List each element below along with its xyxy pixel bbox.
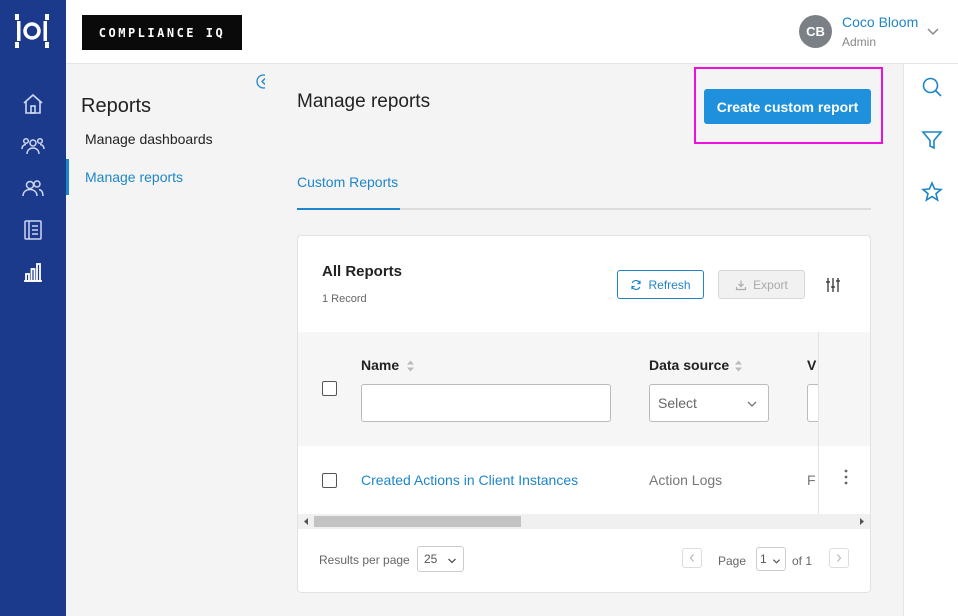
sidebar-item-manage-reports[interactable]: Manage reports — [66, 159, 265, 195]
page-value: 1 — [760, 552, 767, 566]
data-source-filter-select[interactable]: Select — [649, 384, 769, 422]
page-total: of 1 — [792, 554, 813, 568]
scroll-right-icon[interactable] — [858, 517, 866, 526]
user-role: Admin — [842, 35, 877, 49]
right-tool-rail — [903, 64, 958, 616]
sort-icon[interactable] — [734, 359, 743, 373]
user-name[interactable]: Coco Bloom — [842, 14, 918, 30]
actions-column — [818, 332, 870, 514]
horizontal-scrollbar[interactable] — [298, 514, 870, 529]
third-filter-input[interactable] — [807, 384, 818, 422]
bar-chart-icon[interactable] — [21, 260, 45, 284]
sidebar-item-manage-dashboards[interactable]: Manage dashboards — [66, 121, 265, 157]
row-checkbox[interactable] — [322, 473, 337, 488]
tab-bar: Custom Reports — [297, 172, 871, 210]
results-per-page-select[interactable]: 25 — [417, 546, 464, 572]
sort-icon[interactable] — [406, 359, 415, 373]
scroll-left-icon[interactable] — [302, 517, 310, 526]
column-header-name[interactable]: Name — [361, 357, 399, 373]
record-count: 1 Record — [322, 293, 367, 305]
table-row: Created Actions in Client Instances Acti… — [298, 446, 818, 514]
app-logo-icon[interactable] — [14, 12, 50, 50]
page-title: Manage reports — [297, 91, 431, 112]
table-footer: Results per page 25 Page 1 of 1 — [298, 529, 870, 592]
search-icon[interactable] — [921, 76, 943, 98]
export-label: Export — [753, 277, 788, 292]
sidebar-title: Reports — [81, 95, 152, 117]
select-value: Select — [658, 395, 697, 411]
prev-page-button[interactable] — [682, 548, 702, 568]
download-icon — [736, 280, 747, 290]
home-icon[interactable] — [21, 92, 45, 116]
create-custom-report-button[interactable]: Create custom report — [704, 89, 871, 124]
refresh-button[interactable]: Refresh — [617, 270, 704, 299]
chevron-down-icon — [448, 558, 456, 564]
scrollbar-thumb[interactable] — [314, 516, 521, 527]
page-select[interactable]: 1 — [756, 547, 786, 571]
actions-header — [819, 332, 870, 446]
report-third-cell: F — [807, 472, 816, 488]
results-per-page-label: Results per page — [319, 553, 410, 567]
chevron-down-icon[interactable] — [926, 24, 940, 38]
all-reports-card: All Reports 1 Record Refresh Export Name… — [297, 235, 871, 593]
main-content: Manage reports Create custom report Cust… — [265, 64, 903, 616]
brand-logo[interactable]: COMPLIANCE IQ — [82, 15, 242, 50]
column-header-data-source[interactable]: Data source — [649, 357, 729, 373]
tab-custom-reports[interactable]: Custom Reports — [297, 172, 400, 210]
left-rail — [0, 0, 66, 616]
top-bar: COMPLIANCE IQ CB Coco Bloom Admin — [66, 0, 958, 64]
results-per-page-value: 25 — [424, 552, 438, 566]
table-header: Name Data source Select V — [298, 332, 818, 446]
column-header-third[interactable]: V — [807, 357, 818, 373]
report-data-source: Action Logs — [649, 472, 723, 488]
star-icon[interactable] — [921, 181, 943, 203]
select-all-checkbox[interactable] — [322, 381, 337, 396]
reports-sidebar: Reports Manage dashboards Manage reports — [66, 64, 271, 616]
report-name-link[interactable]: Created Actions in Client Instances — [361, 472, 578, 488]
app-window: COMPLIANCE IQ CB Coco Bloom Admin Report… — [0, 0, 958, 616]
chevron-down-icon — [747, 401, 757, 407]
column-settings-icon[interactable] — [824, 276, 842, 294]
notebook-icon[interactable] — [21, 218, 45, 242]
filter-icon[interactable] — [921, 129, 943, 151]
name-filter-input[interactable] — [361, 384, 611, 422]
groups-icon[interactable] — [21, 176, 45, 200]
chevron-down-icon — [772, 559, 781, 564]
export-button[interactable]: Export — [718, 270, 805, 299]
page-label: Page — [718, 554, 747, 568]
more-vertical-icon[interactable] — [839, 468, 853, 486]
refresh-icon — [631, 279, 642, 290]
users-icon[interactable] — [21, 134, 45, 158]
refresh-label: Refresh — [648, 277, 691, 292]
card-title: All Reports — [322, 263, 403, 280]
user-avatar[interactable]: CB — [799, 15, 832, 48]
chevron-left-icon — [689, 554, 694, 562]
chevron-right-icon — [837, 554, 842, 562]
next-page-button[interactable] — [829, 548, 849, 568]
